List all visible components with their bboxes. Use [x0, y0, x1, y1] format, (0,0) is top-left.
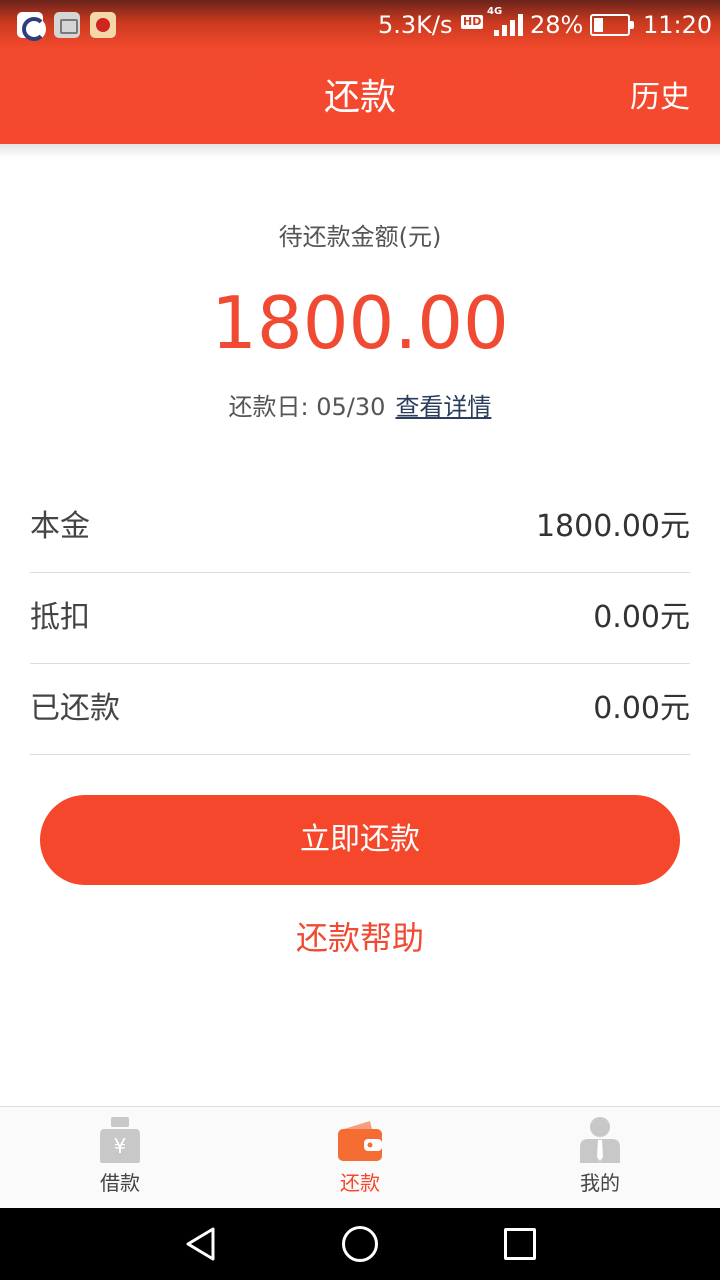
detail-row-repaid: 已还款 0.00元: [30, 664, 690, 755]
battery-percent: 28%: [530, 11, 584, 39]
header-shadow: [0, 144, 720, 158]
detail-label: 本金: [30, 509, 90, 544]
repayment-help-link[interactable]: 还款帮助: [0, 918, 720, 958]
history-button[interactable]: 历史: [630, 76, 690, 120]
status-bar: 5.3K/s HD 4G 28% 11:20: [0, 0, 720, 50]
amount-label: 待还款金额(元): [278, 223, 442, 251]
detail-value: 1800.00元: [535, 509, 690, 544]
network-speed: 5.3K/s: [378, 11, 453, 39]
detail-list: 本金 1800.00元 抵扣 0.00元 已还款 0.00元: [30, 482, 690, 755]
svg-text:¥: ¥: [114, 1134, 127, 1158]
recent-apps-icon[interactable]: [504, 1228, 536, 1260]
bottom-tab-bar: ¥ 借款 还款 我的: [0, 1106, 720, 1208]
tab-me[interactable]: 我的: [480, 1107, 720, 1209]
battery-fill: [594, 18, 603, 32]
wallet-icon: [338, 1121, 382, 1161]
signal-icon: [494, 14, 524, 36]
top-bar: 5.3K/s HD 4G 28% 11:20 还款 历史: [0, 0, 720, 144]
clock: 11:20: [643, 11, 713, 39]
app-header: 还款 历史: [0, 50, 720, 144]
due-date: 还款日: 05/30: [228, 393, 386, 421]
gallery-app-icon: [54, 12, 80, 38]
profile-icon: [580, 1117, 620, 1163]
system-nav-bar: [0, 1208, 720, 1280]
tab-label: 借款: [100, 1171, 140, 1195]
hd-badge: HD: [461, 15, 484, 29]
detail-row-deduction: 抵扣 0.00元: [30, 573, 690, 664]
game-app-icon: [90, 12, 116, 38]
detail-value: 0.00元: [593, 691, 690, 726]
detail-label: 已还款: [30, 691, 120, 726]
home-icon[interactable]: [342, 1226, 378, 1262]
tab-borrow[interactable]: ¥ 借款: [0, 1107, 240, 1209]
due-date-row: 还款日: 05/30 查看详情: [0, 390, 720, 424]
repay-now-button[interactable]: 立即还款: [40, 795, 680, 885]
tab-label: 我的: [580, 1171, 620, 1195]
money-bag-icon: ¥: [100, 1117, 140, 1163]
tab-repay[interactable]: 还款: [240, 1107, 480, 1209]
battery-icon: [590, 14, 634, 36]
detail-row-principal: 本金 1800.00元: [30, 482, 690, 573]
page-title: 还款: [323, 77, 396, 118]
back-icon[interactable]: [183, 1226, 219, 1262]
view-details-link[interactable]: 查看详情: [395, 393, 491, 421]
detail-label: 抵扣: [30, 600, 90, 635]
amount-due: 1800.00: [211, 281, 509, 365]
repayment-screen: 5.3K/s HD 4G 28% 11:20 还款 历史 待还款金额(元) 18…: [0, 0, 720, 1280]
bank-app-icon: [17, 12, 46, 41]
detail-value: 0.00元: [593, 600, 690, 635]
tab-label: 还款: [340, 1171, 380, 1195]
